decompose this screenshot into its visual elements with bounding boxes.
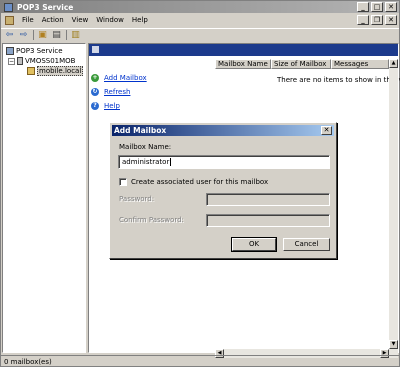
task-link-label[interactable]: Refresh (104, 88, 130, 96)
mdi-minimize-button[interactable]: _ (357, 15, 369, 25)
tree-item-label: VMOSS01MOB (25, 57, 76, 65)
mailbox-name-value: administrator (122, 158, 170, 166)
mdi-restore-button[interactable]: ❐ (371, 15, 383, 25)
confirm-password-label: Confirm Password: (119, 216, 184, 224)
text-caret (170, 158, 172, 166)
app-window: POP3 Service _ □ ✕ File Action View Wind… (0, 0, 400, 367)
scroll-down-icon[interactable]: ▼ (389, 340, 398, 349)
password-input[interactable] (206, 193, 330, 206)
console-menu-icon[interactable] (5, 15, 14, 25)
add-mailbox-dialog: Add Mailbox ✕ Mailbox Name: administrato… (109, 122, 337, 259)
back-arrow-icon[interactable]: ⇦ (4, 30, 15, 41)
server-icon (17, 57, 23, 65)
create-user-checkbox[interactable] (119, 178, 127, 186)
minimize-button[interactable]: _ (357, 2, 369, 12)
mdi-close-button[interactable]: ✕ (385, 15, 397, 25)
domain-icon (27, 67, 35, 75)
column-header-mailbox-name[interactable]: Mailbox Name (215, 59, 271, 69)
tree-item-label: mobile.local (37, 66, 84, 76)
task-help[interactable]: ? Help (91, 102, 120, 110)
menu-help[interactable]: Help (132, 16, 148, 24)
pane-banner (89, 44, 398, 56)
password-label: Password: (119, 195, 155, 203)
window-title: POP3 Service (17, 2, 74, 12)
pop3-service-icon (6, 47, 14, 55)
cancel-button[interactable]: Cancel (283, 238, 330, 251)
column-header-size[interactable]: Size of Mailbox (271, 59, 331, 69)
scroll-up-icon[interactable]: ▲ (389, 59, 398, 68)
refresh-icon: ↻ (91, 88, 99, 96)
dialog-title-bar[interactable]: Add Mailbox ✕ (112, 125, 334, 136)
ok-button[interactable]: OK (231, 237, 277, 252)
vertical-scrollbar[interactable]: ▲ ▼ (389, 59, 398, 349)
app-icon (4, 2, 13, 12)
menu-action[interactable]: Action (42, 16, 64, 24)
tree-item-domain[interactable]: mobile.local (27, 66, 84, 76)
menu-view[interactable]: View (72, 16, 89, 24)
tree-item-server[interactable]: − VMOSS01MOB (8, 56, 75, 66)
task-link-label[interactable]: Help (104, 102, 120, 110)
maximize-button[interactable]: □ (371, 2, 383, 12)
create-user-checkbox-label[interactable]: Create associated user for this mailbox (131, 178, 268, 186)
task-link-label[interactable]: Add Mailbox (104, 74, 147, 82)
menu-window[interactable]: Window (96, 16, 124, 24)
empty-list-message: There are no items to show in this view. (277, 76, 400, 84)
column-header-messages[interactable]: Messages (331, 59, 389, 69)
toolbar-separator (33, 30, 34, 40)
dialog-title: Add Mailbox (114, 126, 167, 135)
tree-item-root[interactable]: POP3 Service (6, 46, 63, 56)
forward-arrow-icon[interactable]: ⇨ (18, 30, 29, 41)
close-button[interactable]: ✕ (385, 2, 397, 12)
properties-icon[interactable]: ▤ (51, 30, 62, 41)
status-bar: 0 mailbox(es) (1, 355, 399, 367)
toolbar: ⇦ ⇨ ▣ ▤ ▥ (1, 28, 399, 41)
mailbox-name-input[interactable]: administrator (118, 155, 330, 169)
dialog-close-button[interactable]: ✕ (321, 126, 332, 135)
console-tree: POP3 Service − VMOSS01MOB mobile.local (2, 43, 86, 353)
menu-bar: File Action View Window Help _ ❐ ✕ (1, 14, 399, 26)
menu-file[interactable]: File (22, 16, 34, 24)
help-book-icon[interactable]: ▥ (70, 30, 81, 41)
title-bar[interactable]: POP3 Service _ □ ✕ (1, 1, 399, 13)
collapse-icon[interactable]: − (8, 57, 15, 65)
banner-icon (92, 46, 99, 53)
toolbar-separator (66, 30, 67, 40)
up-folder-icon[interactable]: ▣ (37, 30, 48, 41)
help-icon: ? (91, 102, 99, 110)
status-text: 0 mailbox(es) (4, 357, 52, 366)
task-refresh[interactable]: ↻ Refresh (91, 88, 130, 96)
add-circle-icon: + (91, 74, 99, 82)
mailbox-name-label: Mailbox Name: (119, 143, 172, 151)
confirm-password-input[interactable] (206, 214, 330, 227)
tree-item-label: POP3 Service (16, 47, 63, 55)
task-add-mailbox[interactable]: + Add Mailbox (91, 74, 147, 82)
